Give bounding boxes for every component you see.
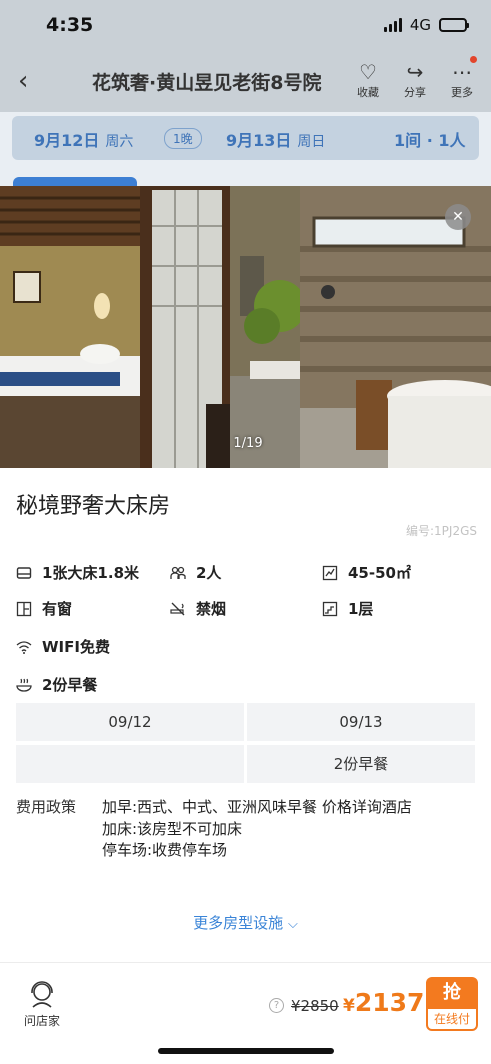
- price-help-icon[interactable]: ?: [269, 998, 284, 1013]
- breakfast-icon: [16, 678, 32, 692]
- image-counter: 1/19: [233, 436, 263, 451]
- facility-wifi-label: WIFI免费: [42, 638, 110, 656]
- facility-breakfast: 2份早餐: [16, 674, 97, 695]
- meal-table-header: 09/13: [247, 703, 475, 741]
- policy-line: 加床:该房型不可加床: [102, 820, 243, 838]
- nav-bar: ‹ 花筑奢·黄山昱见老街8号院 ♡ 收藏 ↪ 分享 ⋯ 更多: [0, 52, 491, 112]
- facility-guests-label: 2人: [196, 564, 222, 582]
- checkout-date[interactable]: 9月13日 周日: [226, 127, 325, 151]
- window-icon: [16, 601, 32, 616]
- checkout-day: 周日: [297, 134, 326, 150]
- facility-wifi: WIFI免费: [16, 636, 110, 657]
- hotel-title: 花筑奢·黄山昱见老街8号院: [92, 72, 322, 94]
- wifi-icon: [16, 640, 32, 654]
- facility-floor: 1层: [322, 598, 373, 619]
- share-icon: ↪: [406, 60, 424, 84]
- home-indicator: [158, 1048, 334, 1054]
- meal-table-cell: [16, 745, 244, 783]
- facility-smoking: 禁烟: [170, 598, 226, 619]
- pay-online-label: 在线付: [428, 1009, 476, 1029]
- room-name: 秘境野奢大床房: [16, 494, 171, 519]
- share-label: 分享: [404, 86, 426, 99]
- more-facilities-link[interactable]: 更多房型设施 ⌵: [0, 912, 491, 933]
- favorite-label: 收藏: [357, 86, 379, 99]
- notification-dot: [470, 56, 477, 63]
- signal-icon: [383, 18, 402, 32]
- more-label: 更多: [451, 86, 473, 99]
- current-price: ¥2137: [343, 988, 424, 1017]
- facility-window: 有窗: [16, 598, 72, 619]
- back-icon[interactable]: ‹: [18, 66, 28, 96]
- floor-icon: [322, 601, 338, 616]
- checkin-day: 周六: [105, 134, 134, 150]
- nights-badge: 1晚: [164, 128, 202, 149]
- price-value: 2137: [354, 988, 425, 1017]
- policy-line: 加早:西式、中式、亚洲风味早餐 价格详询酒店: [102, 798, 412, 816]
- currency-symbol: ¥: [343, 996, 355, 1016]
- date-bar[interactable]: 9月12日 周六 1晚 9月13日 周日 1间 · 1人: [12, 116, 479, 160]
- facility-breakfast-label: 2份早餐: [42, 676, 98, 694]
- checkin-date[interactable]: 9月12日 周六: [34, 127, 133, 151]
- facility-area: 45-50㎡: [322, 562, 411, 583]
- facility-smoking-label: 禁烟: [196, 600, 227, 618]
- facility-window-label: 有窗: [42, 600, 73, 618]
- no-smoking-icon: [170, 602, 185, 615]
- book-label: 抢: [443, 982, 461, 1003]
- people-icon: [170, 566, 186, 579]
- rooms-guests[interactable]: 1间 · 1人: [394, 127, 466, 151]
- facility-guests: 2人: [170, 562, 221, 583]
- close-icon[interactable]: ✕: [445, 204, 471, 230]
- status-bar: 4:35 4G: [0, 0, 491, 52]
- bed-icon: [16, 566, 32, 579]
- battery-icon: [439, 18, 469, 32]
- original-price: ¥2850: [291, 997, 339, 1015]
- more-facilities-label: 更多房型设施: [193, 914, 284, 932]
- facility-floor-label: 1层: [348, 600, 374, 618]
- facility-bed: 1张大床1.8米: [16, 562, 139, 583]
- status-time: 4:35: [46, 14, 94, 36]
- more-button[interactable]: ⋯ 更多: [444, 60, 480, 100]
- policy-line: 停车场:收费停车场: [102, 841, 228, 859]
- chevron-down-icon: ⌵: [287, 917, 298, 932]
- meal-table-cell: 2份早餐: [247, 745, 475, 783]
- share-button[interactable]: ↪ 分享: [397, 60, 433, 100]
- more-icon: ⋯: [452, 60, 472, 84]
- facility-bed-label: 1张大床1.8米: [42, 564, 140, 582]
- policy-label: 费用政策: [16, 798, 77, 816]
- facility-area-label: 45-50㎡: [348, 564, 411, 582]
- room-code: 编号:1PJ2GS: [405, 524, 477, 538]
- favorite-button[interactable]: ♡ 收藏: [350, 60, 386, 100]
- checkin-date-text: 9月12日: [34, 131, 100, 150]
- heart-icon: ♡: [359, 60, 377, 84]
- book-button[interactable]: 抢 在线付: [426, 977, 478, 1031]
- status-indicators: 4G: [383, 16, 469, 34]
- room-photo-image: [0, 186, 491, 468]
- ask-hotel-button[interactable]: 问店家: [20, 981, 64, 1029]
- customer-service-icon: [31, 981, 53, 1008]
- ask-hotel-label: 问店家: [23, 1014, 60, 1028]
- network-label: 4G: [409, 16, 431, 34]
- area-icon: [322, 565, 338, 580]
- room-photo[interactable]: [0, 186, 491, 468]
- meal-table-header: 09/12: [16, 703, 244, 741]
- checkout-date-text: 9月13日: [226, 131, 292, 150]
